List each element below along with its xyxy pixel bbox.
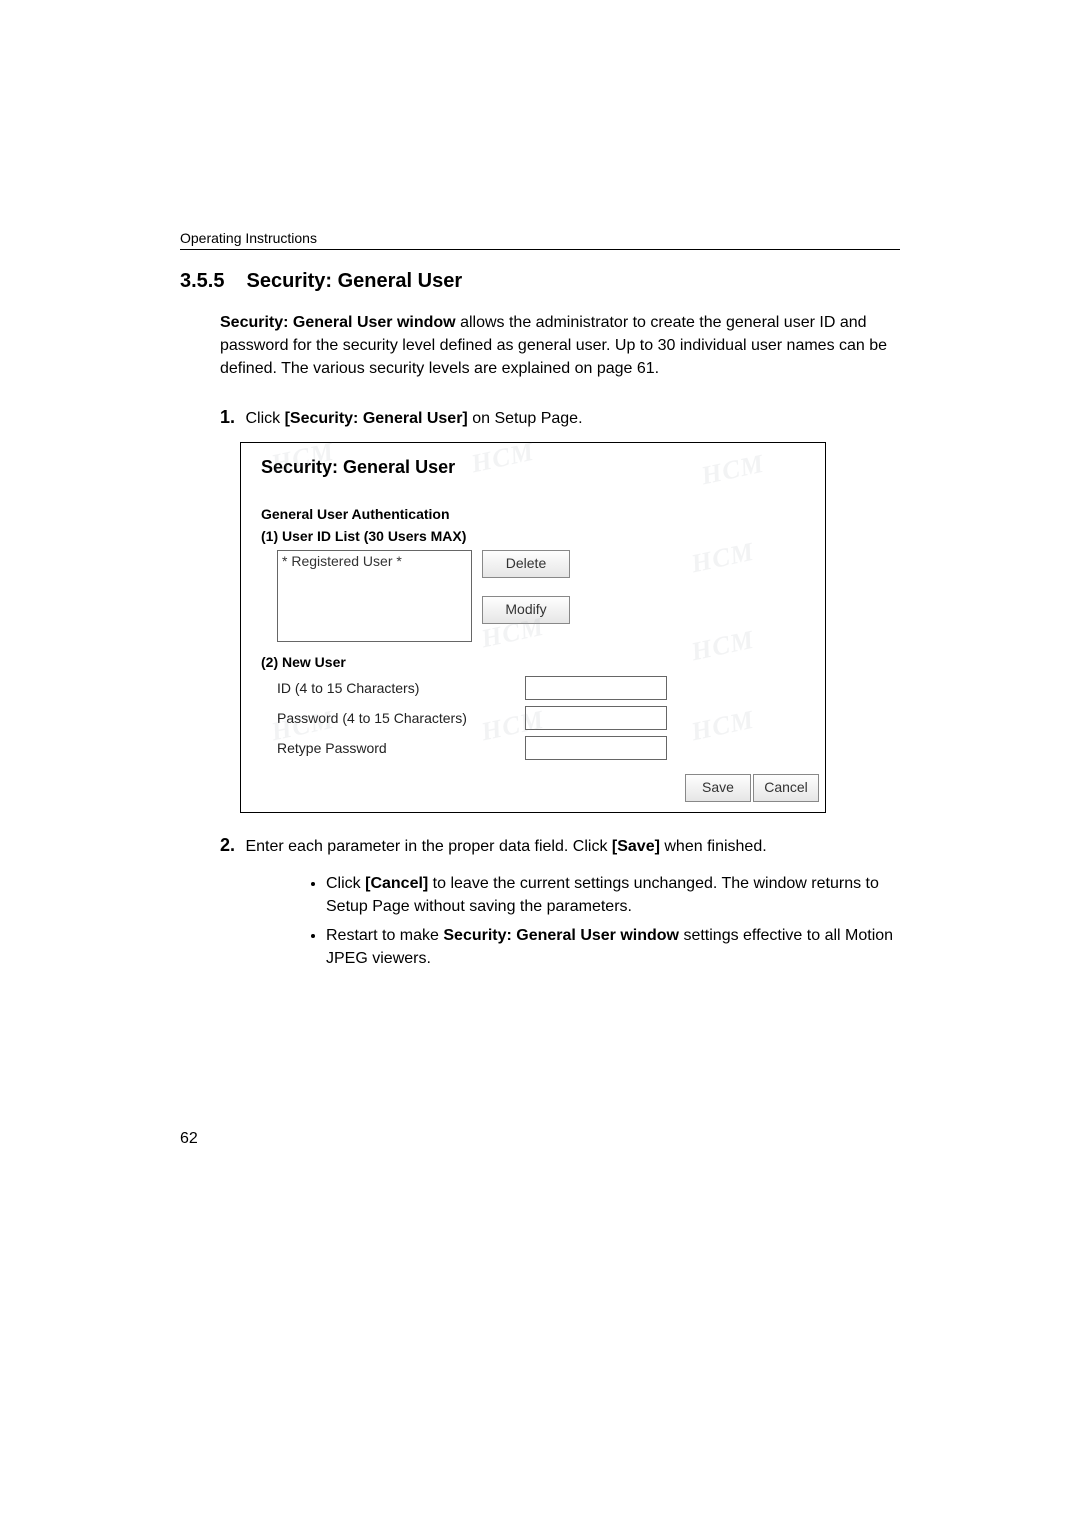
user-id-list-item[interactable]: * Registered User *	[282, 553, 467, 569]
page-number: 62	[180, 1130, 198, 1148]
step-1-post: on Setup Page.	[468, 410, 583, 427]
bullet-list: Click [Cancel] to leave the current sett…	[286, 872, 900, 971]
section-title: 3.5.5 Security: General User	[180, 270, 900, 293]
step-2-pre: Enter each parameter in the proper data …	[245, 838, 611, 855]
id-input[interactable]	[525, 676, 667, 700]
auth-heading: General User Authentication	[261, 506, 825, 522]
intro-bold: Security: General User window	[220, 314, 456, 331]
delete-button[interactable]: Delete	[482, 550, 570, 578]
bullet-1: Click [Cancel] to leave the current sett…	[326, 872, 900, 918]
step-1-bold: [Security: General User]	[285, 410, 468, 427]
bullet-2: Restart to make Security: General User w…	[326, 924, 900, 970]
step-1-pre: Click	[245, 410, 284, 427]
password-input[interactable]	[525, 706, 667, 730]
bullet-2-bold: Security: General User window	[443, 927, 679, 944]
step-2: 2. Enter each parameter in the proper da…	[220, 835, 900, 856]
save-button[interactable]: Save	[685, 774, 751, 802]
running-header: Operating Instructions	[180, 230, 900, 250]
step-2-post: when finished.	[660, 838, 767, 855]
list-heading: (1) User ID List (30 Users MAX)	[261, 528, 825, 544]
section-number: 3.5.5	[180, 270, 224, 292]
intro-paragraph: Security: General User window allows the…	[220, 311, 900, 381]
window-title: Security: General User	[261, 457, 825, 478]
bullet-2-pre: Restart to make	[326, 927, 443, 944]
bullet-1-pre: Click	[326, 875, 365, 892]
retype-password-input[interactable]	[525, 736, 667, 760]
step-2-number: 2.	[220, 835, 235, 855]
step-1: 1. Click [Security: General User] on Set…	[220, 407, 900, 428]
section-title-text: Security: General User	[246, 270, 462, 292]
step-1-number: 1.	[220, 407, 235, 427]
retype-password-label: Retype Password	[261, 740, 525, 756]
user-id-listbox[interactable]: * Registered User *	[277, 550, 472, 642]
bullet-1-bold: [Cancel]	[365, 875, 428, 892]
id-label: ID (4 to 15 Characters)	[261, 680, 525, 696]
step-2-bold: [Save]	[612, 838, 660, 855]
settings-window: HCM HCM HCM HCM HCM HCM HCM HCM HCM Secu…	[240, 442, 826, 813]
password-label: Password (4 to 15 Characters)	[261, 710, 525, 726]
newuser-heading: (2) New User	[261, 654, 825, 670]
modify-button[interactable]: Modify	[482, 596, 570, 624]
cancel-button[interactable]: Cancel	[753, 774, 819, 802]
